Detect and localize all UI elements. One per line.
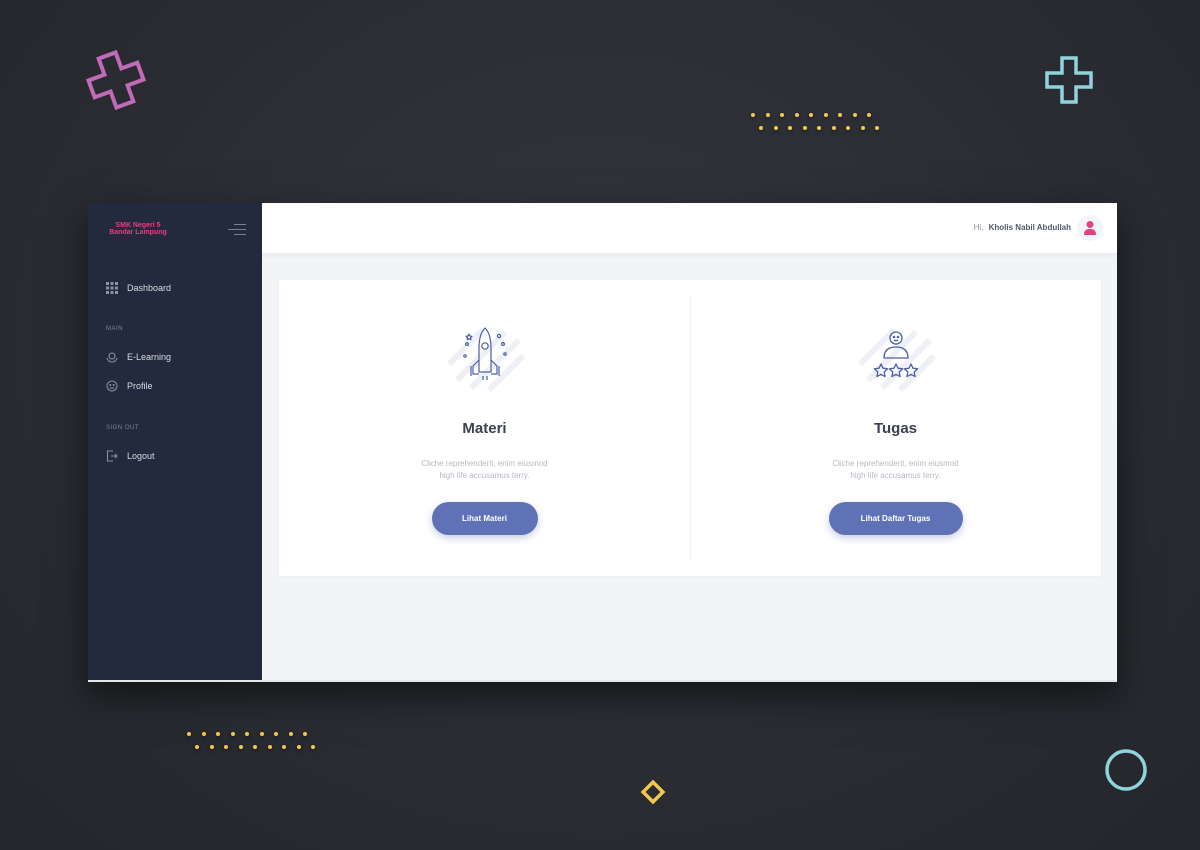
circle-shape-icon	[1105, 749, 1147, 791]
brand-line-2: Bandar Lampung	[109, 229, 167, 236]
sidebar-item-logout[interactable]: Logout	[106, 450, 155, 462]
smiley-icon	[106, 380, 118, 392]
lihat-materi-button[interactable]: Lihat Materi	[431, 502, 538, 535]
section-label-main: MAIN	[106, 326, 123, 332]
avatar[interactable]	[1077, 215, 1103, 241]
card-description-line-2: high life accusamus terry.	[439, 471, 530, 480]
brand-line-1: SMK Negeri 5	[115, 222, 161, 229]
rocket-icon	[446, 327, 525, 393]
sidebar-item-label: Dashboard	[127, 283, 172, 293]
card-description: Cliche reprehenderit, enim eiusmod high …	[279, 458, 690, 482]
sidebar-item-label: Profile	[127, 381, 153, 391]
sidebar-item-label: Logout	[127, 451, 155, 461]
dot-pattern-bottom	[187, 727, 326, 753]
sidebar-item-label: E-Learning	[127, 352, 172, 362]
plus-shape-pink-icon	[85, 49, 147, 111]
brand-logo[interactable]: SMK Negeri 5 Bandar Lampung	[108, 222, 168, 236]
logout-icon	[106, 450, 118, 462]
greeting-text: Hi,	[973, 223, 984, 232]
card-title: Tugas	[873, 420, 918, 437]
sidebar-item-profile[interactable]: Profile	[106, 380, 153, 392]
app-window: SMK Negeri 5 Bandar Lampung Dashboard MA…	[88, 203, 1117, 682]
dot-pattern-top	[751, 108, 890, 134]
user-avatar-icon	[1084, 221, 1096, 235]
top-header: Hi, Kholis Nabil Abdullah	[262, 203, 1117, 253]
lihat-daftar-tugas-button[interactable]: Lihat Daftar Tugas	[828, 502, 963, 535]
user-name: Kholis Nabil Abdullah	[988, 223, 1071, 232]
window-bottom-edge	[88, 680, 1117, 682]
diamond-shape-icon	[640, 779, 666, 805]
section-label-sign-out: SIGN OUT	[106, 425, 140, 431]
card-description-line-1: Cliche reprehenderit, enim eiusmod	[421, 459, 548, 468]
plus-shape-cyan-icon	[1045, 56, 1093, 104]
tugas-panel: Tugas Cliche reprehenderit, enim eiusmod…	[690, 280, 1101, 576]
grid-icon	[106, 282, 118, 294]
card-description-line-1: Cliche reprehenderit, enim eiusmod	[832, 459, 959, 468]
feature-card: Materi Cliche reprehenderit, enim eiusmo…	[279, 280, 1101, 576]
menu-toggle-icon[interactable]	[228, 222, 246, 236]
user-greeting[interactable]: Hi, Kholis Nabil Abdullah	[974, 223, 1071, 232]
sidebar-item-e-learning[interactable]: E-Learning	[106, 351, 171, 363]
user-rating-icon	[857, 327, 936, 393]
globe-hands-icon	[106, 351, 118, 363]
materi-panel: Materi Cliche reprehenderit, enim eiusmo…	[279, 280, 690, 576]
card-title: Materi	[462, 420, 507, 437]
card-description: Cliche reprehenderit, enim eiusmod high …	[690, 458, 1101, 482]
card-description-line-2: high life accusamus terry.	[850, 471, 941, 480]
sidebar-item-dashboard[interactable]: Dashboard	[106, 282, 171, 294]
sidebar: SMK Negeri 5 Bandar Lampung Dashboard MA…	[88, 203, 262, 682]
